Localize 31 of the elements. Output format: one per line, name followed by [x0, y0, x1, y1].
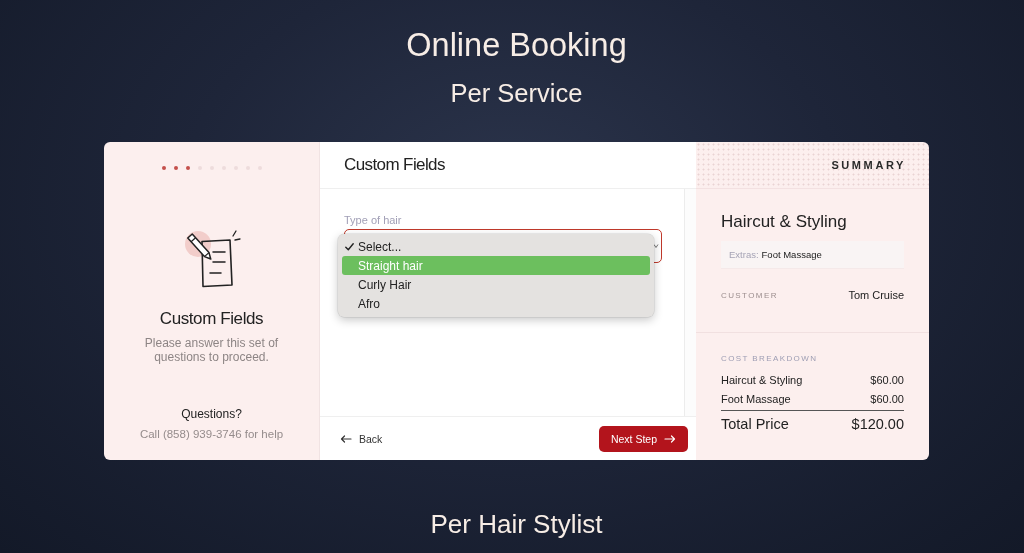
- chevron-icon: [653, 243, 659, 249]
- arrow-right-icon: [664, 434, 677, 443]
- dropdown-option[interactable]: Select...: [342, 237, 650, 256]
- extras-value: Foot Massage: [761, 249, 822, 260]
- next-step-button[interactable]: Next Step: [599, 425, 688, 452]
- line-item-price: $60.00: [870, 373, 904, 388]
- customer-name: Tom Cruise: [848, 288, 904, 302]
- cost-breakdown-heading: COST BREAKDOWN: [721, 354, 818, 363]
- help-title: Questions?: [181, 407, 242, 422]
- total-price: $120.00: [851, 415, 904, 434]
- document-pencil-icon: [182, 230, 241, 288]
- step-title: Custom Fields: [159, 308, 264, 330]
- page-caption: Per Hair Stylist: [430, 509, 603, 539]
- dropdown-option[interactable]: Curly Hair: [342, 275, 650, 294]
- help-text: Call (858) 939-3746 for help: [139, 427, 284, 441]
- page-title: Online Booking: [406, 26, 627, 64]
- service-name: Haircut & Styling: [721, 212, 848, 232]
- back-button[interactable]: Back: [340, 432, 383, 445]
- total-label: Total Price: [721, 415, 789, 434]
- line-item-price: $60.00: [870, 392, 904, 407]
- field-label: Type of hair: [344, 214, 403, 227]
- summary-heading: SUMMARY: [831, 159, 906, 171]
- line-item-name: Foot Massage: [721, 392, 791, 407]
- form-title: Custom Fields: [344, 155, 445, 175]
- extras-label: Extras:: [729, 249, 759, 260]
- page-subtitle: Per Service: [450, 78, 583, 108]
- arrow-left-icon: [340, 434, 352, 443]
- customer-label: CUSTOMER: [721, 290, 778, 300]
- dropdown-option[interactable]: Afro: [342, 294, 650, 313]
- line-item-name: Haircut & Styling: [721, 373, 803, 388]
- step-description: Please answer this set of questions to proceed.: [143, 336, 280, 364]
